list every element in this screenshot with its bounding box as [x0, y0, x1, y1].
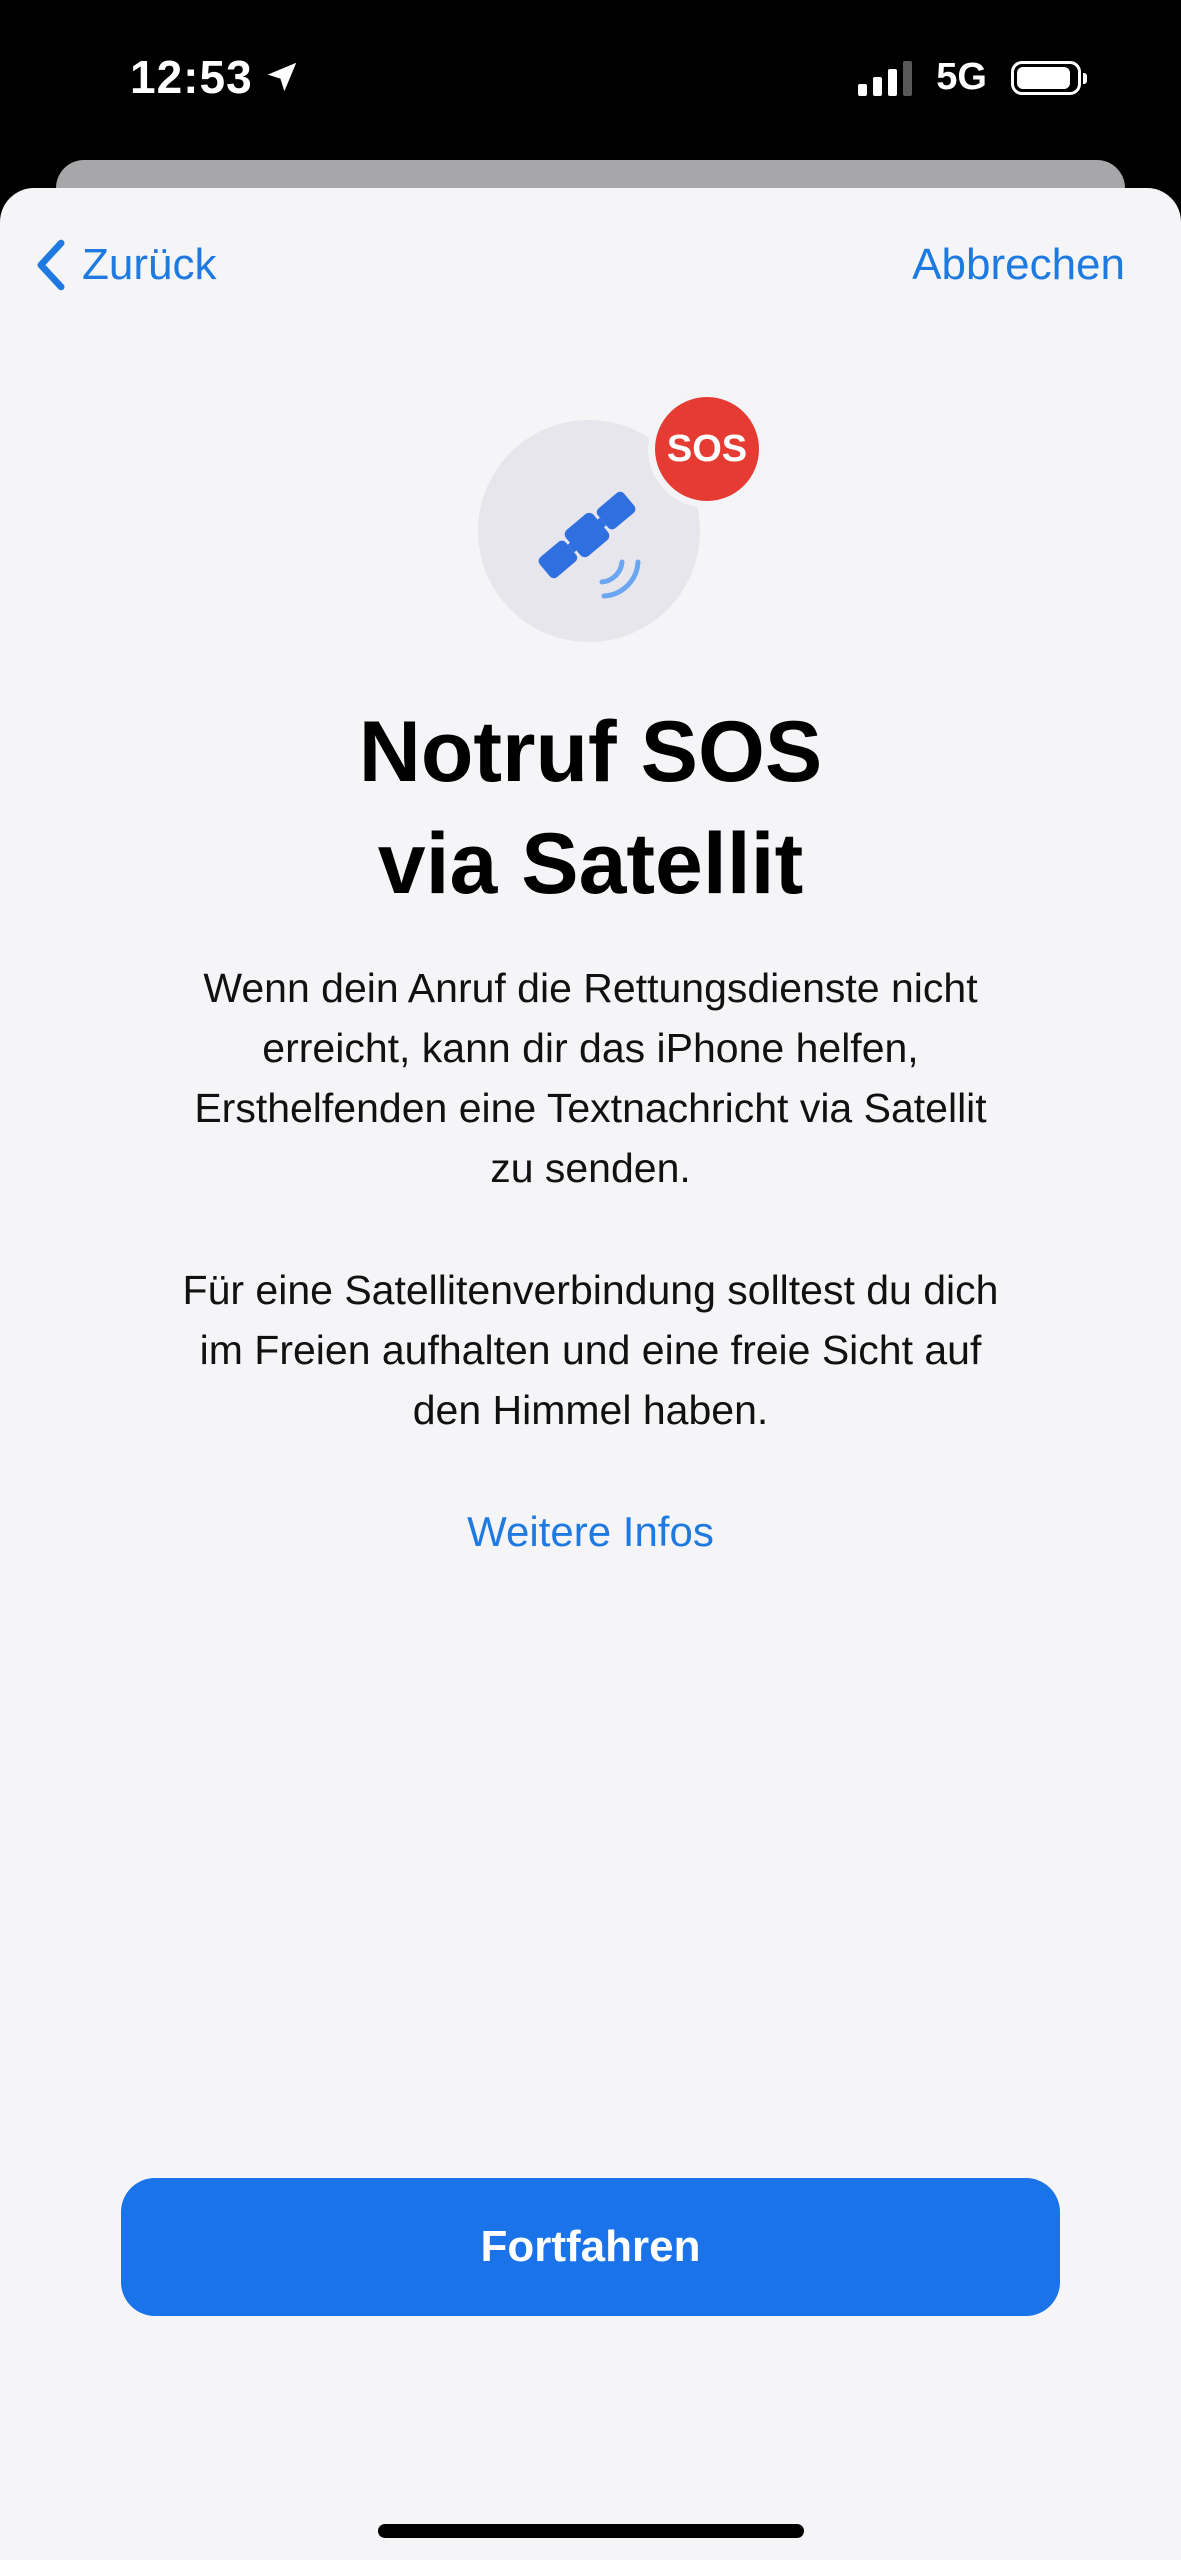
satellite-sos-illustration: SOS: [478, 390, 766, 642]
description-line: Ersthelfenden eine Textnachricht via Sat…: [194, 1085, 987, 1131]
page-title-line1: Notruf SOS: [358, 704, 823, 800]
cancel-button[interactable]: Abbrechen: [912, 240, 1125, 290]
status-time-text: 12:53: [130, 51, 253, 103]
description-paragraph-1: Wenn dein Anruf die Rettungsdienste nich…: [100, 958, 1081, 1198]
description-paragraph-2: Für eine Satellitenverbindung solltest d…: [100, 1260, 1081, 1440]
screen: 12:53 5G Zurück Abbrechen SOS Notruf SOS…: [0, 0, 1181, 2560]
back-button-label: Zurück: [82, 240, 217, 289]
continue-button[interactable]: Fortfahren: [121, 2178, 1060, 2316]
description-line: erreicht, kann dir das iPhone helfen,: [262, 1025, 919, 1071]
description-line: im Freien aufhalten und eine freie Sicht…: [199, 1327, 982, 1373]
chevron-left-icon: [37, 239, 65, 291]
description-line: Wenn dein Anruf die Rettungsdienste nich…: [203, 965, 978, 1011]
status-indicators: 5G: [858, 56, 1087, 99]
cellular-signal-icon: [858, 60, 913, 96]
more-info-link[interactable]: Weitere Infos: [0, 1508, 1181, 1556]
page-title: Notruf SOS via Satellit: [0, 696, 1181, 920]
description-line: Für eine Satellitenverbindung solltest d…: [182, 1267, 999, 1313]
satellite-icon: [538, 491, 641, 599]
description-line: zu senden.: [490, 1145, 691, 1191]
page-title-line2: via Satellit: [377, 816, 804, 912]
modal-sheet: Zurück Abbrechen SOS Notruf SOS via Sate…: [0, 188, 1181, 2560]
location-arrow-icon: [267, 62, 296, 92]
description-line: den Himmel haben.: [412, 1387, 769, 1433]
battery-icon: [1011, 60, 1087, 95]
status-time: 12:53: [130, 50, 301, 104]
network-type: 5G: [936, 56, 987, 98]
sos-badge-label: SOS: [655, 397, 759, 501]
battery-level: [1017, 66, 1070, 89]
back-button[interactable]: Zurück: [34, 238, 216, 292]
status-bar: 12:53 5G: [0, 0, 1181, 160]
home-indicator: [378, 2524, 804, 2538]
sos-badge: SOS: [648, 390, 766, 508]
